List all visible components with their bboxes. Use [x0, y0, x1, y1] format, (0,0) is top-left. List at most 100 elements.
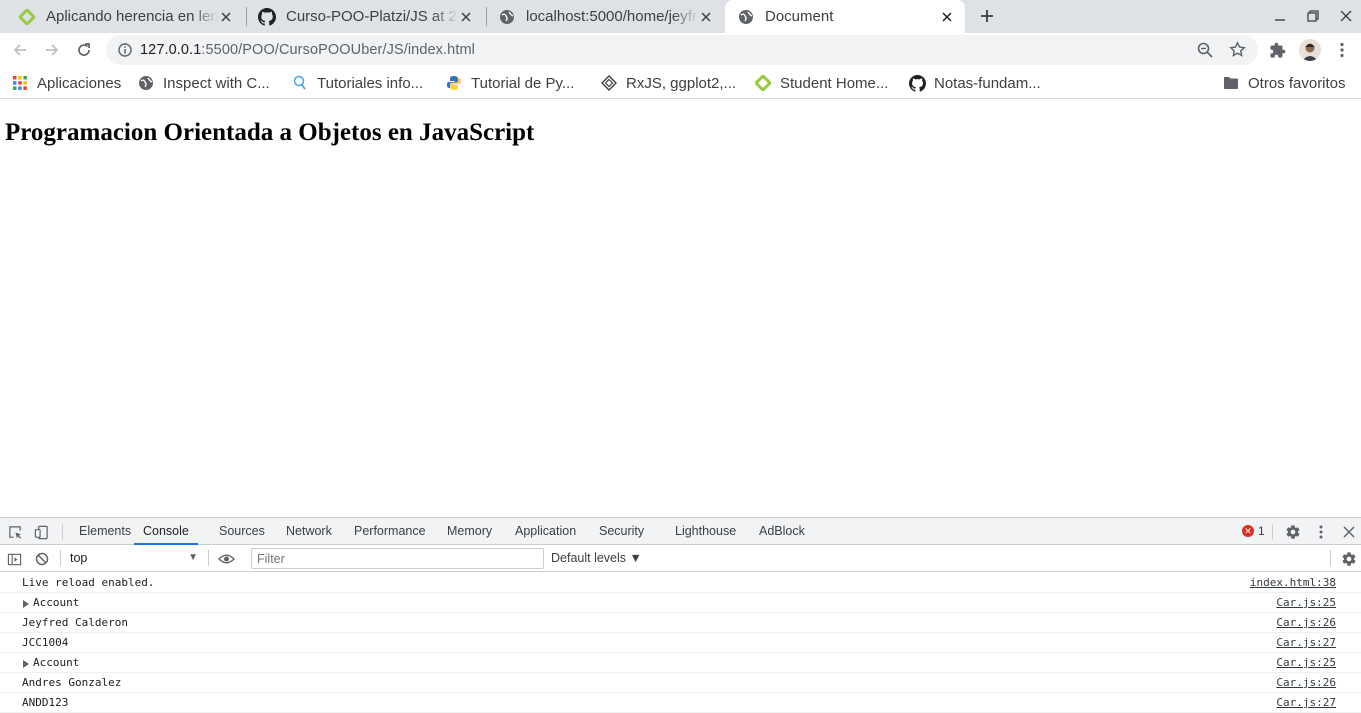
avatar[interactable] — [1299, 39, 1321, 61]
tab-document[interactable]: Document — [725, 0, 965, 33]
back-icon[interactable] — [8, 38, 32, 62]
log-entry-object[interactable]: Account Car.js:25 — [0, 593, 1361, 613]
log-entry: Andres Gonzalez Car.js:26 — [0, 673, 1361, 693]
log-entry: Live reload enabled. index.html:38 — [0, 573, 1361, 593]
source-link[interactable]: Car.js:27 — [1276, 636, 1336, 649]
settings-gear-icon[interactable] — [1284, 523, 1302, 541]
expand-triangle-icon[interactable] — [23, 600, 29, 608]
star-icon[interactable] — [1229, 41, 1246, 61]
console-settings-gear-icon[interactable] — [1340, 550, 1358, 568]
bookmark-label: Otros favoritos — [1248, 74, 1346, 92]
close-icon[interactable] — [458, 9, 474, 25]
source-link[interactable]: Car.js:27 — [1276, 696, 1336, 709]
python-icon — [445, 74, 463, 92]
bookmark-tutorial-python[interactable]: Tutorial de Py... — [445, 73, 574, 93]
devtools-tab-sources[interactable]: Sources — [219, 518, 265, 545]
platzi-icon — [18, 8, 36, 26]
log-entry: Jeyfred Calderon Car.js:26 — [0, 613, 1361, 633]
clear-console-icon[interactable] — [33, 550, 51, 568]
bookmark-label: Tutoriales info... — [317, 74, 424, 92]
address-bar[interactable]: 127.0.0.1:5500/POO/CursoPOOUber/JS/index… — [106, 35, 1258, 65]
devtools-tab-application[interactable]: Application — [515, 518, 576, 545]
error-count-badge[interactable]: ✕ 1 — [1242, 524, 1265, 538]
expand-triangle-icon[interactable] — [23, 660, 29, 668]
console-filter-input[interactable] — [251, 548, 544, 569]
platzi-icon — [754, 74, 772, 92]
url-text: 127.0.0.1:5500/POO/CursoPOOUber/JS/index… — [140, 42, 475, 58]
devtools-tab-elements[interactable]: Elements — [79, 518, 131, 545]
log-entry-object[interactable]: Account Car.js:25 — [0, 653, 1361, 673]
tab-title: Document — [765, 8, 834, 25]
source-link[interactable]: Car.js:26 — [1276, 616, 1336, 629]
bookmark-label: RxJS, ggplot2,... — [626, 74, 737, 92]
devtools-tabbar: Elements Console Sources Network Perform… — [0, 518, 1361, 545]
page-viewport: Programacion Orientada a Objetos en Java… — [0, 100, 1361, 517]
forward-icon[interactable] — [40, 38, 64, 62]
tab-title: Aplicando herencia en lenguaje — [46, 8, 218, 25]
source-link[interactable]: Car.js:25 — [1276, 656, 1336, 669]
divider — [60, 550, 61, 566]
extensions-icon[interactable] — [1265, 38, 1289, 62]
info-icon[interactable] — [118, 43, 132, 60]
bookmark-aplicaciones[interactable]: Aplicaciones — [11, 73, 121, 93]
devtools-tab-performance[interactable]: Performance — [354, 518, 426, 545]
bookmark-label: Inspect with C... — [163, 74, 270, 92]
more-options-icon[interactable] — [1312, 523, 1330, 541]
devtools-tab-console[interactable]: Console — [134, 518, 198, 545]
devtools-tab-network[interactable]: Network — [286, 518, 332, 545]
bookmark-label: Aplicaciones — [37, 74, 122, 92]
source-link[interactable]: Car.js:25 — [1276, 596, 1336, 609]
console-log: Live reload enabled. index.html:38 Accou… — [0, 573, 1361, 713]
bookmark-notas[interactable]: Notas-fundam... — [908, 73, 1041, 93]
bookmark-label: Notas-fundam... — [934, 74, 1041, 92]
console-toolbar: top ▼ Default levels ▼ — [0, 545, 1361, 572]
bookmark-label: Tutorial de Py... — [471, 74, 575, 92]
devtools-tab-lighthouse[interactable]: Lighthouse — [675, 518, 736, 545]
log-entry: ANDD123 Car.js:27 — [0, 693, 1361, 713]
inspect-element-icon[interactable] — [6, 523, 24, 541]
github-icon — [258, 7, 276, 26]
tab-aplicando-herencia[interactable]: Aplicando herencia en lenguaje — [6, 0, 244, 33]
globe-icon — [737, 8, 755, 26]
devtools-tab-adblock[interactable]: AdBlock — [759, 518, 805, 545]
divider — [208, 550, 209, 566]
device-toolbar-icon[interactable] — [32, 523, 50, 541]
error-icon: ✕ — [1242, 525, 1254, 537]
bookmark-label: Student Home... — [780, 74, 889, 92]
devtools-close-icon[interactable] — [1340, 523, 1358, 541]
close-icon[interactable] — [218, 9, 234, 25]
reload-icon[interactable] — [72, 38, 96, 62]
new-tab-button[interactable] — [976, 5, 998, 27]
devtools-tab-security[interactable]: Security — [599, 518, 644, 545]
page-heading: Programacion Orientada a Objetos en Java… — [5, 119, 535, 146]
close-icon[interactable] — [698, 9, 714, 25]
tab-title: Curso-POO-Platzi/JS at 2c — [286, 8, 458, 25]
devtools-panel: Elements Console Sources Network Perform… — [0, 517, 1361, 713]
devtools-tab-memory[interactable]: Memory — [447, 518, 492, 545]
apps-grid-icon — [11, 74, 29, 92]
eye-icon[interactable] — [217, 550, 235, 568]
bookmark-otros-favoritos[interactable]: Otros favoritos — [1222, 73, 1346, 93]
context-selector[interactable]: top ▼ — [70, 551, 200, 567]
menu-kebab-icon[interactable] — [1330, 38, 1354, 62]
divider — [1330, 550, 1331, 566]
tab-localhost[interactable]: localhost:5000/home/jeyfred — [486, 0, 724, 33]
bookmark-student-home[interactable]: Student Home... — [754, 73, 888, 93]
bookmark-rxjs[interactable]: RxJS, ggplot2,... — [600, 73, 736, 93]
bookmark-inspect[interactable]: Inspect with C... — [137, 73, 270, 93]
globe-icon — [137, 74, 155, 92]
divider — [62, 524, 63, 540]
log-entry: JCC1004 Car.js:27 — [0, 633, 1361, 653]
bookmark-tutoriales[interactable]: Tutoriales info... — [291, 73, 423, 93]
zoom-icon[interactable] — [1197, 42, 1213, 61]
folder-icon — [1222, 74, 1240, 92]
sidebar-toggle-icon[interactable] — [5, 550, 23, 568]
minimize-icon[interactable] — [1270, 6, 1290, 26]
source-link[interactable]: index.html:38 — [1250, 576, 1336, 589]
log-levels-dropdown[interactable]: Default levels ▼ — [551, 551, 642, 565]
source-link[interactable]: Car.js:26 — [1276, 676, 1336, 689]
tab-curso-poo-github[interactable]: Curso-POO-Platzi/JS at 2c — [246, 0, 484, 33]
window-close-icon[interactable] — [1336, 6, 1356, 26]
restore-icon[interactable] — [1303, 6, 1323, 26]
close-icon[interactable] — [939, 9, 955, 25]
